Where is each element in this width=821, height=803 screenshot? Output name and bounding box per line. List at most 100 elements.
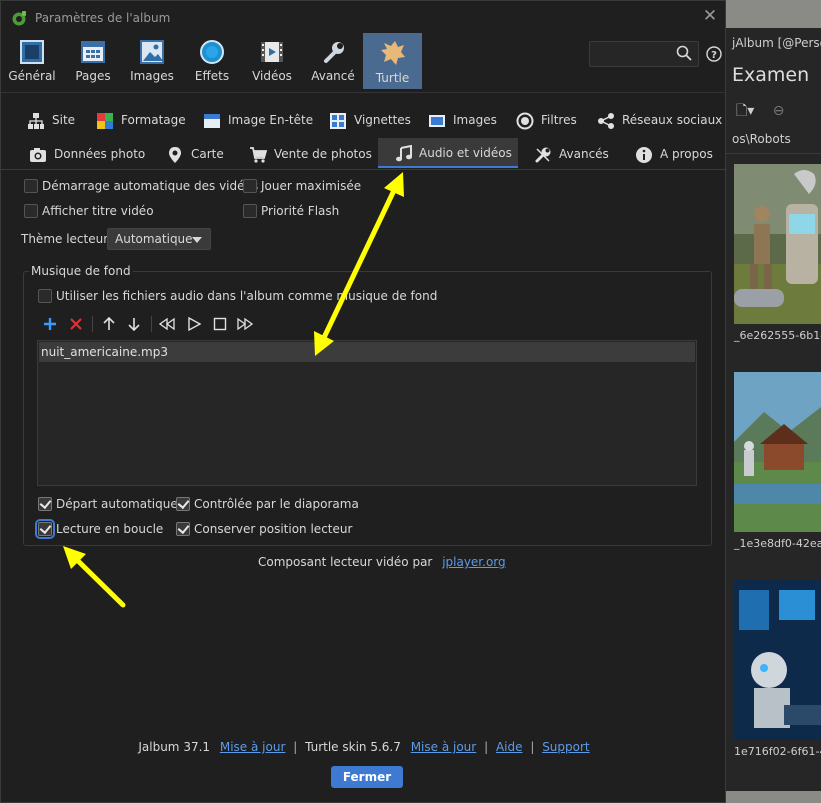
add-icon[interactable] bbox=[42, 316, 58, 332]
tool-pages-label: Pages bbox=[75, 69, 111, 83]
use-album-audio-checkbox[interactable] bbox=[38, 289, 52, 303]
support-link[interactable]: Support bbox=[542, 740, 589, 754]
robot-thumbnail-2[interactable] bbox=[734, 372, 821, 532]
tab-vignettes[interactable]: Vignettes bbox=[329, 105, 415, 135]
filter-icon bbox=[516, 112, 534, 130]
tool-advanced[interactable]: Avancé bbox=[309, 33, 357, 89]
tool-general[interactable]: Général bbox=[5, 33, 59, 89]
thumbnails-icon bbox=[330, 113, 346, 129]
album-settings-dialog: Paramètres de l'album ✕ Général Pages Im… bbox=[0, 0, 727, 803]
use-album-audio-label: Utiliser les fichiers audio dans l'album… bbox=[56, 289, 438, 303]
remove-icon[interactable]: ⊖ bbox=[773, 103, 785, 119]
chevron-down-icon bbox=[192, 237, 202, 243]
sitemap-icon bbox=[28, 113, 44, 129]
tab-donnees-photo[interactable]: Données photo bbox=[29, 139, 145, 169]
header-image-icon bbox=[204, 114, 220, 128]
tabs-divider bbox=[1, 169, 727, 170]
tab-site-label: Site bbox=[52, 113, 76, 127]
background-app-title: jAlbum [@Perso bbox=[732, 36, 821, 50]
skin-version: Turtle skin 5.6.7 bbox=[305, 740, 401, 754]
skin-update-link[interactable]: Mise à jour bbox=[411, 740, 477, 754]
robot-thumbnail-1[interactable] bbox=[734, 164, 821, 324]
tab-formatage[interactable]: Formatage bbox=[96, 105, 192, 135]
keep-position-checkbox[interactable] bbox=[176, 522, 190, 536]
thumbnail-caption-1: _6e262555-6b14-4 bbox=[734, 329, 821, 342]
close-button[interactable]: Fermer bbox=[331, 766, 403, 788]
images-icon bbox=[140, 40, 164, 64]
background-app-divider bbox=[726, 153, 821, 154]
flash-priority-checkbox[interactable] bbox=[243, 204, 257, 218]
footer: Jalbum 37.1 Mise à jour | Turtle skin 5.… bbox=[1, 740, 727, 754]
tab-vente-de-photos[interactable]: Vente de photos bbox=[249, 139, 372, 169]
tab-image-en-tete-label: Image En-tête bbox=[228, 113, 314, 127]
background-app-heading: Examen bbox=[732, 64, 810, 86]
slideshow-controlled-checkbox[interactable] bbox=[176, 497, 190, 511]
background-app-toolbar: 🗋▾ ⊖ bbox=[736, 100, 784, 124]
tools-icon bbox=[535, 147, 551, 163]
loop-playback-checkbox[interactable] bbox=[35, 519, 55, 539]
tab-avances[interactable]: Avancés bbox=[534, 139, 614, 169]
thumbnail-caption-3: 1e716f02-6f61-4 bbox=[734, 745, 821, 758]
tab-image-en-tete[interactable]: Image En-tête bbox=[203, 105, 315, 135]
play-icon[interactable] bbox=[186, 316, 202, 332]
fast-forward-icon[interactable] bbox=[237, 316, 253, 332]
footer-separator: | bbox=[293, 740, 298, 754]
cart-icon bbox=[250, 147, 267, 163]
search-icon[interactable] bbox=[676, 45, 692, 61]
window-close-icon[interactable]: ✕ bbox=[701, 7, 719, 25]
tool-turtle[interactable]: Turtle bbox=[363, 33, 422, 89]
tool-advanced-label: Avancé bbox=[311, 69, 355, 83]
window-title: Paramètres de l'album bbox=[35, 11, 171, 25]
wrench-icon bbox=[324, 42, 344, 63]
tab-a-propos[interactable]: A propos bbox=[635, 139, 715, 169]
loop-playback-label: Lecture en boucle bbox=[56, 522, 164, 536]
image-tab-icon bbox=[429, 115, 445, 127]
tool-effects[interactable]: Effets bbox=[189, 33, 235, 89]
toolbar-separator bbox=[151, 316, 152, 332]
play-maximized-label: Jouer maximisée bbox=[261, 179, 362, 193]
show-video-title-checkbox[interactable] bbox=[24, 204, 38, 218]
tool-pages[interactable]: Pages bbox=[67, 33, 119, 89]
play-maximized-checkbox[interactable] bbox=[243, 179, 257, 193]
tab-site[interactable]: Site bbox=[27, 105, 87, 135]
help-icon[interactable]: ? bbox=[706, 46, 722, 62]
delete-icon[interactable] bbox=[68, 316, 84, 332]
turtle-skin-icon bbox=[380, 41, 405, 65]
pages-icon bbox=[81, 41, 105, 63]
info-icon bbox=[636, 147, 652, 163]
jplayer-link[interactable]: jplayer.org bbox=[442, 555, 505, 569]
stop-icon[interactable] bbox=[212, 316, 228, 332]
move-up-icon[interactable] bbox=[101, 316, 117, 332]
tool-images-label: Images bbox=[130, 69, 174, 83]
robot-thumbnail-3[interactable] bbox=[734, 580, 821, 740]
tab-audio-et-videos[interactable]: Audio et vidéos bbox=[378, 138, 518, 168]
rewind-icon[interactable] bbox=[159, 316, 175, 332]
tool-videos[interactable]: Vidéos bbox=[247, 33, 297, 89]
player-theme-value: Automatique bbox=[115, 232, 193, 246]
add-page-icon[interactable]: 🗋▾ bbox=[736, 103, 754, 119]
help-link[interactable]: Aide bbox=[496, 740, 523, 754]
jalbum-update-link[interactable]: Mise à jour bbox=[220, 740, 286, 754]
playlist[interactable]: nuit_americaine.mp3 bbox=[37, 340, 697, 486]
move-down-icon[interactable] bbox=[126, 316, 142, 332]
tab-carte-label: Carte bbox=[191, 147, 224, 161]
background-app-path: os\Robots bbox=[732, 132, 791, 146]
autostart-videos-checkbox[interactable] bbox=[24, 179, 38, 193]
tab-filtres-label: Filtres bbox=[541, 113, 577, 127]
tab-reseaux-sociaux[interactable]: Réseaux sociaux bbox=[597, 105, 722, 135]
auto-start-checkbox[interactable] bbox=[38, 497, 52, 511]
toolbar-separator bbox=[92, 316, 93, 332]
player-theme-select[interactable]: Automatique bbox=[107, 228, 211, 250]
tab-avances-label: Avancés bbox=[559, 147, 609, 161]
tab-images[interactable]: Images bbox=[428, 105, 498, 135]
jalbum-app-icon bbox=[12, 11, 26, 26]
tab-a-propos-label: A propos bbox=[660, 147, 713, 161]
flash-priority-label: Priorité Flash bbox=[261, 204, 340, 218]
tool-images[interactable]: Images bbox=[127, 33, 177, 89]
list-item[interactable]: nuit_americaine.mp3 bbox=[39, 342, 695, 362]
footer-separator: | bbox=[530, 740, 535, 754]
tab-vignettes-label: Vignettes bbox=[354, 113, 411, 127]
music-note-icon bbox=[396, 145, 412, 162]
tab-carte[interactable]: Carte bbox=[166, 139, 224, 169]
tab-filtres[interactable]: Filtres bbox=[516, 105, 578, 135]
